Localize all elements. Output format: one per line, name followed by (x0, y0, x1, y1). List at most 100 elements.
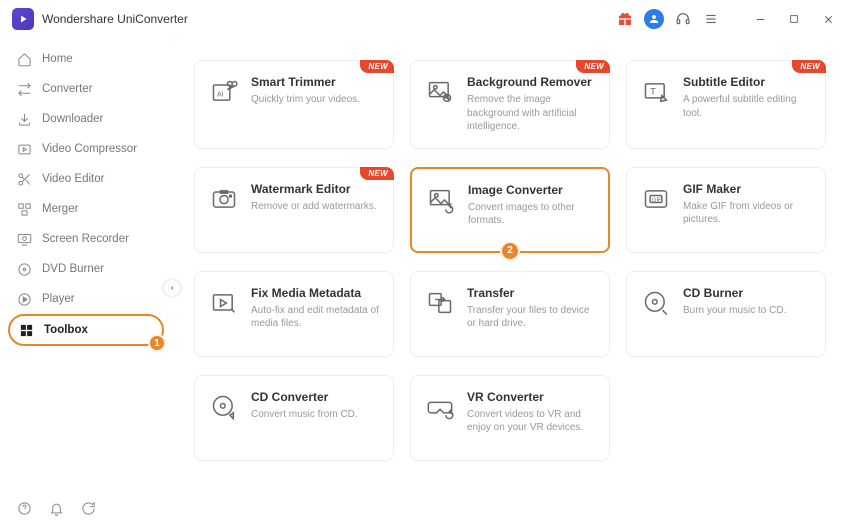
tool-desc: Burn your music to CD. (683, 304, 813, 318)
tool-title: CD Burner (683, 286, 813, 300)
sidebar-item-label: Home (42, 53, 73, 65)
smart-trimmer-icon: AI (209, 77, 239, 107)
titlebar: Wondershare UniConverter (0, 0, 850, 38)
sidebar-item-converter[interactable]: Converter (0, 74, 172, 104)
svg-text:T: T (650, 86, 656, 96)
sidebar-item-label: Video Editor (42, 173, 104, 185)
compressor-icon (16, 141, 32, 157)
sidebar-item-downloader[interactable]: Downloader (0, 104, 172, 134)
sidebar-item-video-editor[interactable]: Video Editor (0, 164, 172, 194)
minimize-button[interactable] (748, 7, 772, 31)
tool-subtitle-editor[interactable]: NEW T Subtitle Editor A powerful subtitl… (626, 60, 826, 149)
toolbox-icon (18, 322, 34, 338)
tool-desc: Auto-fix and edit metadata of media file… (251, 304, 381, 331)
sidebar: Home Converter Downloader Video Compress… (0, 38, 172, 526)
feedback-icon[interactable] (80, 500, 96, 516)
recorder-icon (16, 231, 32, 247)
tool-vr-converter[interactable]: VR Converter Convert videos to VR and en… (410, 375, 610, 461)
sidebar-item-screen-recorder[interactable]: Screen Recorder (0, 224, 172, 254)
sidebar-footer (0, 490, 172, 526)
tool-desc: Convert videos to VR and enjoy on your V… (467, 408, 597, 435)
converter-icon (16, 81, 32, 97)
sidebar-item-label: Screen Recorder (42, 233, 129, 245)
new-badge: NEW (792, 60, 826, 73)
sidebar-item-toolbox[interactable]: Toolbox 1 (8, 314, 164, 346)
transfer-icon (425, 288, 455, 318)
tool-background-remover[interactable]: NEW Background Remover Remove the image … (410, 60, 610, 149)
tool-title: Subtitle Editor (683, 75, 813, 89)
cd-converter-icon (209, 392, 239, 422)
sidebar-item-label: Video Compressor (42, 143, 137, 155)
tool-title: Smart Trimmer (251, 75, 381, 89)
tool-desc: Transfer your files to device or hard dr… (467, 304, 597, 331)
subtitle-editor-icon: T (641, 77, 671, 107)
sidebar-item-label: Merger (42, 203, 78, 215)
gif-maker-icon: GIF (641, 184, 671, 214)
tool-title: Transfer (467, 286, 597, 300)
tool-title: CD Converter (251, 390, 381, 404)
titlebar-actions (616, 7, 840, 31)
tool-desc: Convert music from CD. (251, 408, 381, 422)
download-icon (16, 111, 32, 127)
sidebar-collapse-handle[interactable] (164, 280, 180, 296)
bell-icon[interactable] (48, 500, 64, 516)
menu-icon[interactable] (702, 10, 720, 28)
close-button[interactable] (816, 7, 840, 31)
cd-burner-icon (641, 288, 671, 318)
sidebar-item-home[interactable]: Home (0, 44, 172, 74)
svg-text:GIF: GIF (652, 197, 662, 203)
gift-icon[interactable] (616, 10, 634, 28)
tool-title: VR Converter (467, 390, 597, 404)
tool-title: Fix Media Metadata (251, 286, 381, 300)
sidebar-item-merger[interactable]: Merger (0, 194, 172, 224)
user-avatar-icon[interactable] (644, 9, 664, 29)
watermark-editor-icon (209, 184, 239, 214)
svg-text:AI: AI (217, 92, 224, 99)
tool-cd-burner[interactable]: CD Burner Burn your music to CD. (626, 271, 826, 357)
tool-title: Image Converter (468, 183, 596, 197)
sidebar-item-player[interactable]: Player (0, 284, 172, 314)
tool-image-converter[interactable]: Image Converter Convert images to other … (410, 167, 610, 253)
background-remover-icon (425, 77, 455, 107)
main-content: NEW AI Smart Trimmer Quickly trim your v… (172, 38, 850, 526)
headset-icon[interactable] (674, 10, 692, 28)
tool-desc: Make GIF from videos or pictures. (683, 200, 813, 227)
tool-desc: A powerful subtitle editing tool. (683, 93, 813, 120)
app-title: Wondershare UniConverter (42, 12, 188, 26)
app-logo (12, 8, 34, 30)
sidebar-item-label: DVD Burner (42, 263, 104, 275)
sidebar-item-label: Toolbox (44, 324, 88, 336)
tool-smart-trimmer[interactable]: NEW AI Smart Trimmer Quickly trim your v… (194, 60, 394, 149)
new-badge: NEW (360, 60, 394, 73)
sidebar-item-label: Downloader (42, 113, 103, 125)
tool-cd-converter[interactable]: CD Converter Convert music from CD. (194, 375, 394, 461)
callout-badge-1: 1 (148, 334, 166, 352)
image-converter-icon (426, 185, 456, 215)
tool-title: Watermark Editor (251, 182, 381, 196)
sidebar-item-dvd-burner[interactable]: DVD Burner (0, 254, 172, 284)
vr-converter-icon (425, 392, 455, 422)
tool-gif-maker[interactable]: GIF GIF Maker Make GIF from videos or pi… (626, 167, 826, 253)
new-badge: NEW (360, 167, 394, 180)
sidebar-item-label: Player (42, 293, 75, 305)
new-badge: NEW (576, 60, 610, 73)
merger-icon (16, 201, 32, 217)
dvd-icon (16, 261, 32, 277)
tool-desc: Quickly trim your videos. (251, 93, 381, 107)
scissors-icon (16, 171, 32, 187)
tool-watermark-editor[interactable]: NEW Watermark Editor Remove or add water… (194, 167, 394, 253)
metadata-icon (209, 288, 239, 318)
sidebar-item-video-compressor[interactable]: Video Compressor (0, 134, 172, 164)
tool-title: GIF Maker (683, 182, 813, 196)
tool-desc: Convert images to other formats. (468, 201, 596, 228)
tool-fix-media-metadata[interactable]: Fix Media Metadata Auto-fix and edit met… (194, 271, 394, 357)
sidebar-item-label: Converter (42, 83, 93, 95)
maximize-button[interactable] (782, 7, 806, 31)
tool-transfer[interactable]: Transfer Transfer your files to device o… (410, 271, 610, 357)
callout-badge-2: 2 (500, 241, 520, 261)
tool-grid: NEW AI Smart Trimmer Quickly trim your v… (194, 60, 826, 461)
home-icon (16, 51, 32, 67)
tool-desc: Remove the image background with artific… (467, 93, 597, 134)
help-icon[interactable] (16, 500, 32, 516)
tool-title: Background Remover (467, 75, 597, 89)
